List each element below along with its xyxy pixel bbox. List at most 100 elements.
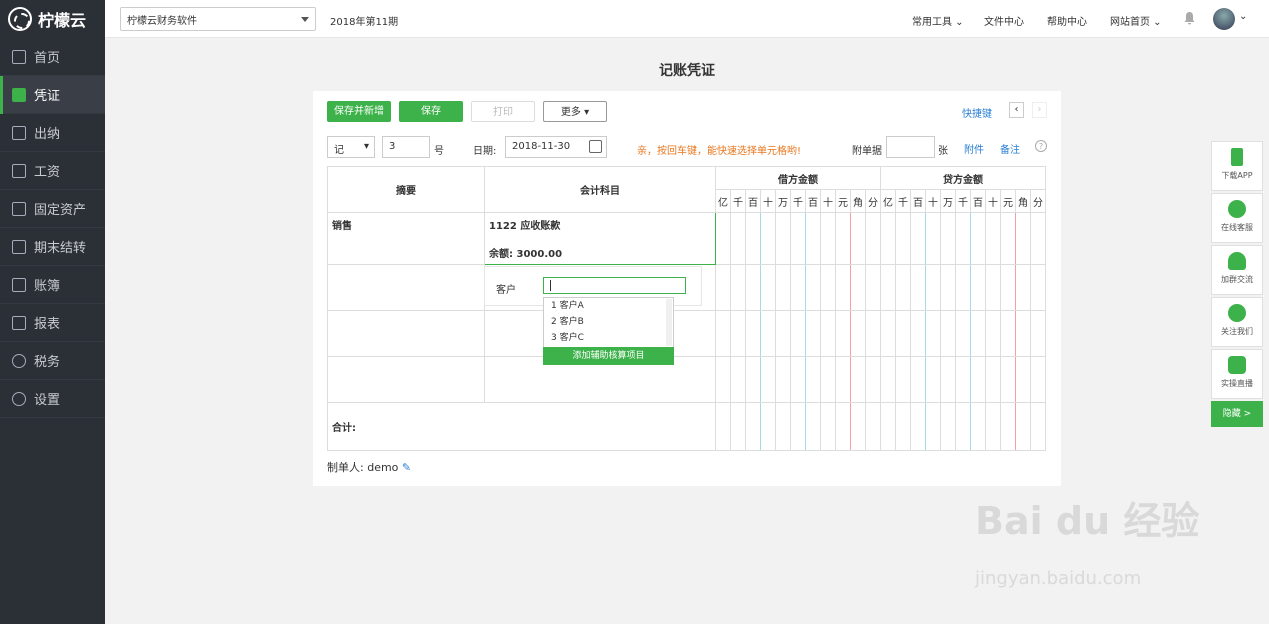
edit-icon[interactable]: ✎ (402, 461, 411, 474)
site-home-menu[interactable]: 网站首页 ⌄ (1110, 13, 1162, 28)
amount-cell[interactable] (895, 212, 911, 265)
amount-cell[interactable] (790, 402, 806, 451)
amount-cell[interactable] (985, 264, 1001, 311)
amount-cell[interactable] (910, 212, 926, 265)
list-item[interactable]: 3 客户C (544, 330, 673, 346)
sidebar-item-3[interactable]: 工资 (0, 152, 105, 190)
amount-cell[interactable] (1030, 310, 1046, 357)
amount-cell[interactable] (835, 310, 851, 357)
calendar-icon[interactable] (589, 140, 602, 153)
amount-cell[interactable] (820, 310, 836, 357)
amount-cell[interactable] (985, 356, 1001, 403)
summary-cell[interactable] (327, 310, 485, 357)
app-logo[interactable]: 柠檬云 (0, 0, 105, 38)
amount-cell[interactable] (940, 212, 956, 265)
amount-cell[interactable] (970, 310, 986, 357)
amount-cell[interactable] (775, 264, 791, 311)
amount-cell[interactable] (910, 402, 926, 451)
amount-cell[interactable] (895, 356, 911, 403)
amount-cell[interactable] (1000, 402, 1016, 451)
amount-cell[interactable] (985, 212, 1001, 265)
amount-cell[interactable] (1030, 402, 1046, 451)
amount-cell[interactable] (880, 212, 896, 265)
amount-cell[interactable] (1000, 264, 1016, 311)
amount-cell[interactable] (730, 212, 746, 265)
amount-cell[interactable] (730, 402, 746, 451)
remark-link[interactable]: 备注 (1000, 141, 1020, 156)
amount-cell[interactable] (895, 264, 911, 311)
amount-cell[interactable] (835, 402, 851, 451)
amount-cell[interactable] (955, 264, 971, 311)
summary-cell[interactable]: 销售 (327, 212, 485, 265)
amount-cell[interactable] (820, 356, 836, 403)
amount-cell[interactable] (850, 402, 866, 451)
amount-cell[interactable] (895, 310, 911, 357)
amount-cell[interactable] (835, 212, 851, 265)
amount-cell[interactable] (955, 402, 971, 451)
amount-cell[interactable] (805, 264, 821, 311)
amount-cell[interactable] (1000, 212, 1016, 265)
hide-button[interactable]: 隐藏 > (1211, 401, 1263, 427)
amount-cell[interactable] (820, 264, 836, 311)
amount-cell[interactable] (820, 402, 836, 451)
amount-cell[interactable] (820, 212, 836, 265)
amount-cell[interactable] (715, 356, 731, 403)
amount-cell[interactable] (955, 212, 971, 265)
sidebar-item-1[interactable]: 凭证 (0, 76, 105, 114)
amount-cell[interactable] (730, 310, 746, 357)
join-group-button[interactable]: 加群交流 (1211, 245, 1263, 295)
amount-cell[interactable] (1015, 264, 1031, 311)
print-button[interactable]: 打印 (471, 101, 535, 122)
follow-us-button[interactable]: 关注我们 (1211, 297, 1263, 347)
amount-cell[interactable] (850, 212, 866, 265)
sidebar-item-2[interactable]: 出纳 (0, 114, 105, 152)
amount-cell[interactable] (925, 212, 941, 265)
prev-voucher-button[interactable]: ‹ (1009, 102, 1024, 118)
amount-cell[interactable] (925, 264, 941, 311)
amount-cell[interactable] (880, 310, 896, 357)
amount-cell[interactable] (805, 310, 821, 357)
list-item[interactable]: 2 客户B (544, 314, 673, 330)
voucher-type-select[interactable]: 记 ▾ (327, 136, 375, 158)
amount-cell[interactable] (910, 310, 926, 357)
attachment-count-input[interactable] (886, 136, 935, 158)
amount-cell[interactable] (835, 356, 851, 403)
more-button[interactable]: 更多 ▾ (543, 101, 607, 122)
amount-cell[interactable] (790, 310, 806, 357)
list-scrollbar[interactable] (666, 299, 672, 346)
sidebar-item-4[interactable]: 固定资产 (0, 190, 105, 228)
amount-cell[interactable] (775, 356, 791, 403)
online-service-button[interactable]: 在线客服 (1211, 193, 1263, 243)
sidebar-item-5[interactable]: 期末结转 (0, 228, 105, 266)
amount-cell[interactable] (835, 264, 851, 311)
amount-cell[interactable] (850, 356, 866, 403)
amount-cell[interactable] (940, 264, 956, 311)
amount-cell[interactable] (1000, 356, 1016, 403)
amount-cell[interactable] (865, 356, 881, 403)
amount-cell[interactable] (955, 356, 971, 403)
shortcut-link[interactable]: 快捷键 (962, 105, 992, 120)
amount-cell[interactable] (790, 212, 806, 265)
amount-cell[interactable] (715, 264, 731, 311)
amount-cell[interactable] (850, 264, 866, 311)
amount-cell[interactable] (925, 402, 941, 451)
bell-icon[interactable] (1183, 11, 1196, 25)
amount-cell[interactable] (715, 310, 731, 357)
amount-cell[interactable] (910, 356, 926, 403)
voucher-number-input[interactable]: 3 (382, 136, 430, 158)
sidebar-item-8[interactable]: 税务 (0, 342, 105, 380)
amount-cell[interactable] (745, 356, 761, 403)
amount-cell[interactable] (940, 402, 956, 451)
attachment-link[interactable]: 附件 (964, 141, 984, 156)
date-input[interactable]: 2018-11-30 (505, 136, 607, 158)
add-auxiliary-button[interactable]: 添加辅助核算项目 (543, 347, 674, 365)
next-voucher-button[interactable]: › (1032, 102, 1047, 118)
sidebar-item-9[interactable]: 设置 (0, 380, 105, 418)
amount-cell[interactable] (805, 212, 821, 265)
amount-cell[interactable] (865, 310, 881, 357)
amount-cell[interactable] (805, 402, 821, 451)
amount-cell[interactable] (1030, 264, 1046, 311)
amount-cell[interactable] (985, 402, 1001, 451)
amount-cell[interactable] (730, 264, 746, 311)
amount-cell[interactable] (775, 402, 791, 451)
